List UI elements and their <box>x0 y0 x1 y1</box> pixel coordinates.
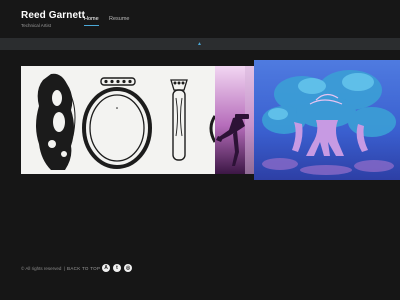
gallery-item-ring-sketch[interactable] <box>21 66 215 174</box>
site-tagline: Technical Artist <box>21 23 52 28</box>
instagram-icon[interactable]: ◎ <box>124 264 132 272</box>
artstation-icon[interactable]: A <box>102 264 110 272</box>
gallery-item-figure-scene[interactable] <box>215 66 255 174</box>
project-gallery <box>0 58 400 182</box>
back-to-top-link[interactable]: BACK TO TOP <box>67 266 100 271</box>
figure-scene-image <box>215 66 255 174</box>
copyright-text: © All rights reserved <box>21 266 62 271</box>
footer-separator: | <box>63 266 65 271</box>
footer: © All rights reserved | BACK TO TOP ↑ <box>21 266 104 271</box>
chevron-up-icon[interactable]: ▲ <box>197 41 202 47</box>
twitter-icon[interactable]: t <box>113 264 121 272</box>
nav-home-link[interactable]: Home <box>84 16 99 22</box>
site-header: Reed Garnett Technical Artist Home Resum… <box>0 0 400 38</box>
active-nav-indicator <box>84 25 99 27</box>
gallery-item-blue-tree[interactable] <box>254 60 400 180</box>
site-title[interactable]: Reed Garnett <box>21 10 85 21</box>
ring-sketch-image <box>21 66 215 174</box>
blue-tree-image <box>254 60 400 180</box>
nav-resume-link[interactable]: Resume <box>109 16 129 22</box>
